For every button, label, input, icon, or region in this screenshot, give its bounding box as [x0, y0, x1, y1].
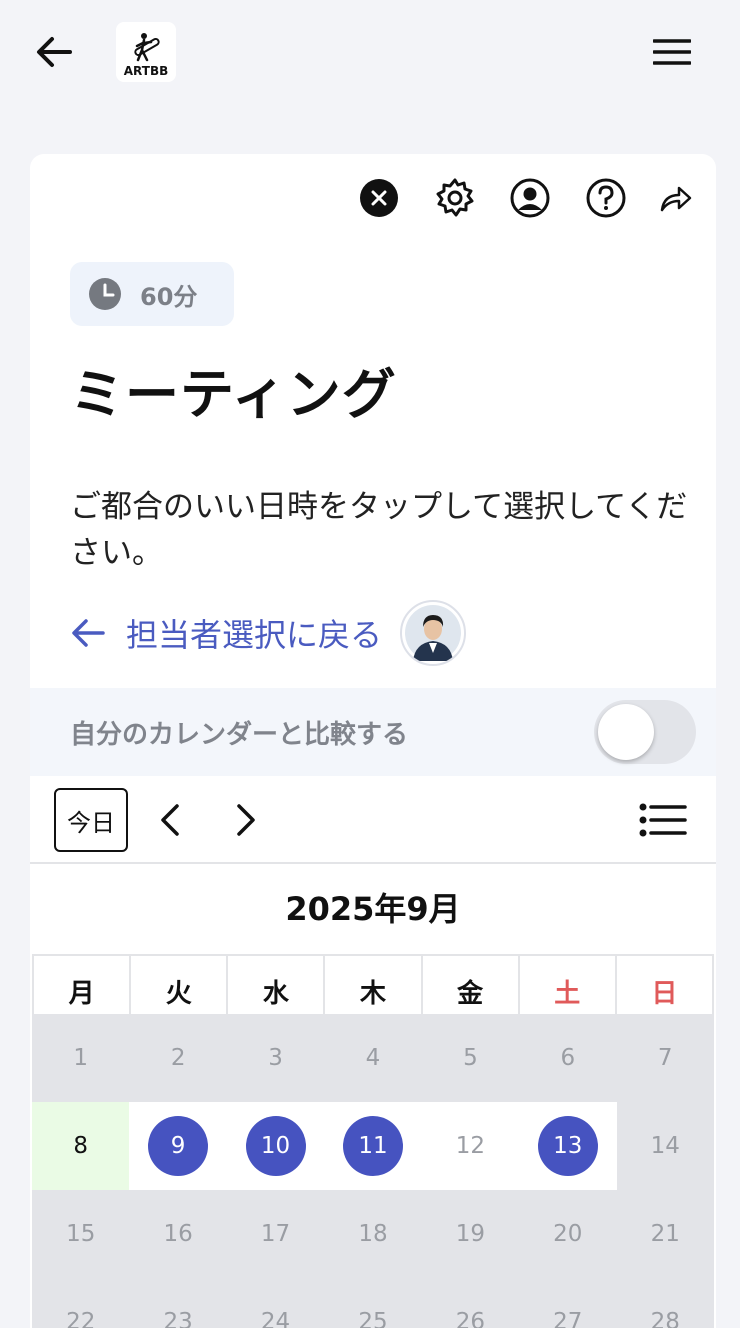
weekday-mon: 月: [32, 954, 132, 1014]
share-icon: [660, 186, 692, 212]
instruction-text: ご都合のいい日時をタップして選択してください。: [70, 489, 688, 571]
calendar-day: 12: [421, 1102, 520, 1190]
user-circle-icon: [510, 178, 550, 218]
gear-icon: [436, 178, 474, 217]
calendar-day: 16: [129, 1190, 227, 1278]
brand-logo[interactable]: ARTBB: [116, 22, 176, 82]
month-title: 2025年9月: [285, 890, 461, 928]
calendar-day: 26: [421, 1278, 520, 1328]
compare-calendar-label: 自分のカレンダーと比較する: [70, 719, 409, 750]
calendar-day: 25: [324, 1278, 422, 1328]
account-button[interactable]: [508, 176, 552, 220]
arrow-left-icon: [72, 619, 105, 647]
back-button[interactable]: [30, 30, 78, 74]
calendar-day-available[interactable]: 11: [324, 1102, 422, 1190]
booking-card: 60分 ミーティング ご都合のいい日時をタップして選択してください。 担当者選択…: [30, 154, 716, 1328]
weekday-sun: 日: [614, 954, 714, 1014]
compare-calendar-toggle[interactable]: [594, 700, 696, 764]
logo-figure-icon: [134, 33, 160, 62]
calendar-day: 18: [324, 1190, 422, 1278]
compare-calendar-row: 自分のカレンダーと比較する: [30, 688, 716, 776]
calendar-day-today: 8: [32, 1102, 130, 1190]
next-month-button[interactable]: [226, 796, 266, 844]
calendar-day: 1: [32, 1014, 130, 1102]
toggle-knob: [598, 704, 654, 760]
card-toolbar: [30, 174, 716, 222]
help-button[interactable]: [584, 176, 628, 220]
weekday-tue: 火: [129, 954, 229, 1014]
calendar-week: 8 9 10 11 12 13 14: [32, 1102, 714, 1190]
weekday-fri: 金: [420, 954, 520, 1014]
calendar-day: 17: [226, 1190, 325, 1278]
calendar-day: 7: [616, 1014, 714, 1102]
prev-month-button[interactable]: [150, 796, 190, 844]
logo-text: ARTBB: [123, 64, 169, 78]
arrow-left-icon: [37, 37, 72, 67]
share-button[interactable]: [654, 176, 698, 220]
calendar-day: 21: [616, 1190, 714, 1278]
hamburger-icon: [653, 39, 691, 65]
close-circle-icon: [360, 179, 398, 217]
calendar-day: 6: [519, 1014, 617, 1102]
calendar-day-available[interactable]: 9: [129, 1102, 227, 1190]
settings-button[interactable]: [433, 176, 477, 220]
question-circle-icon: [586, 178, 626, 218]
staff-avatar: [400, 600, 467, 666]
calendar-week: 15 16 17 18 19 20 21: [32, 1190, 714, 1278]
back-link-label: 担当者選択に戻る: [126, 616, 383, 654]
close-button[interactable]: [357, 176, 401, 220]
calendar-week: 1 2 3 4 5 6 7: [32, 1014, 714, 1102]
calendar-day: 20: [519, 1190, 617, 1278]
weekday-wed: 水: [226, 954, 326, 1014]
calendar-day: 19: [421, 1190, 520, 1278]
duration-badge: 60分: [70, 262, 234, 326]
weekday-sat: 土: [517, 954, 617, 1014]
calendar-day: 28: [616, 1278, 714, 1328]
weekday-thu: 木: [323, 954, 423, 1014]
calendar-day: 14: [616, 1102, 714, 1190]
weekday-header: 月 火 水 木 金 土 日: [32, 954, 714, 1014]
today-button[interactable]: 今日: [54, 788, 128, 852]
calendar-grid: 1 2 3 4 5 6 7 8 9 10 11 12 13 14 15 16 1…: [32, 1014, 714, 1328]
calendar-day: 2: [129, 1014, 227, 1102]
back-to-staff-selection-link[interactable]: 担当者選択に戻る: [70, 598, 467, 668]
calendar-day: 27: [519, 1278, 617, 1328]
calendar-day: 22: [32, 1278, 130, 1328]
clock-icon: [89, 278, 121, 310]
calendar-day: 4: [324, 1014, 422, 1102]
calendar-week: 22 23 24 25 26 27 28: [32, 1278, 714, 1328]
calendar-day: 3: [226, 1014, 325, 1102]
calendar-day-available[interactable]: 13: [519, 1102, 617, 1190]
chevron-left-icon: [161, 804, 179, 836]
person-avatar-icon: [405, 605, 462, 661]
event-title: ミーティング: [70, 363, 397, 426]
calendar-day-available[interactable]: 10: [226, 1102, 325, 1190]
calendar-day: 5: [421, 1014, 520, 1102]
list-icon: [639, 803, 687, 837]
menu-button[interactable]: [648, 30, 696, 74]
calendar-day: 23: [129, 1278, 227, 1328]
duration-label: 60分: [140, 282, 198, 311]
top-bar: ARTBB: [0, 0, 740, 110]
calendar-nav: 今日: [30, 776, 716, 864]
chevron-right-icon: [237, 804, 255, 836]
calendar-day: 24: [226, 1278, 325, 1328]
calendar-day: 15: [32, 1190, 130, 1278]
list-view-button[interactable]: [638, 796, 688, 844]
